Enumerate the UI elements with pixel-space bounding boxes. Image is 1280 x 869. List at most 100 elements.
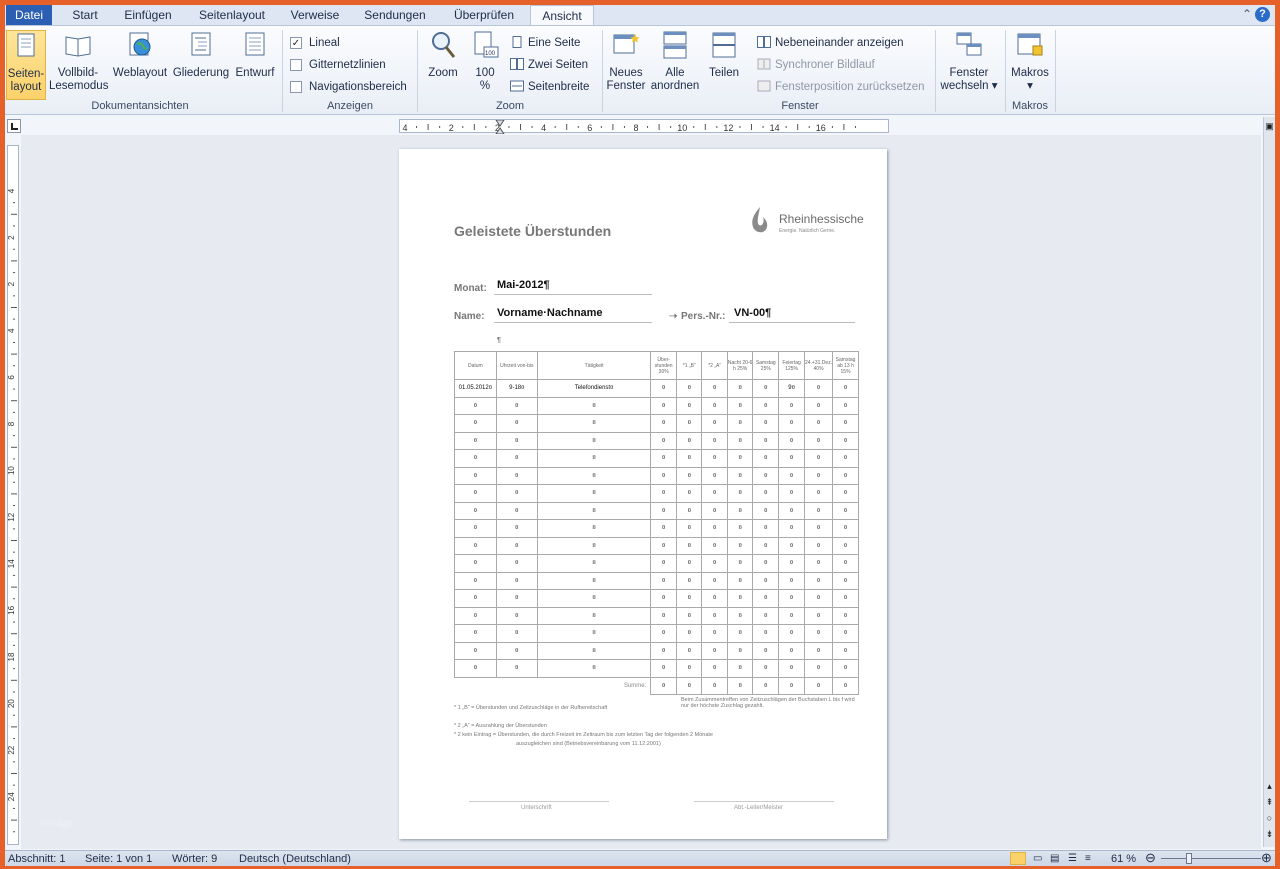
table-cell[interactable]: ¤ — [454, 484, 497, 503]
table-cell[interactable]: ¤ — [495, 659, 538, 678]
table-cell[interactable]: ¤ — [495, 466, 538, 485]
tab-review[interactable]: Überprüfen — [447, 5, 521, 25]
table-cell[interactable]: ¤ — [701, 466, 728, 485]
table-cell[interactable]: ¤ — [803, 501, 834, 520]
table-cell[interactable]: ¤ — [701, 606, 728, 625]
table-cell[interactable]: ¤ — [803, 571, 834, 590]
table-cell[interactable]: ¤ — [778, 659, 805, 678]
table-cell[interactable]: ¤ — [726, 519, 754, 538]
zoom-slider-track[interactable] — [1161, 858, 1261, 859]
table-cell[interactable]: 9-18¤ — [495, 379, 538, 398]
table-cell[interactable]: ¤ — [778, 519, 805, 538]
full-screen-view-icon[interactable]: ▭ — [1033, 852, 1042, 866]
outline-button[interactable]: Gliederung — [171, 30, 231, 80]
table-cell[interactable]: ¤ — [803, 484, 834, 503]
horizontal-ruler[interactable]: 4 2 2 4 6 8 10 12 14 16 — [399, 119, 889, 135]
table-cell[interactable]: ¤ — [726, 641, 754, 660]
table-cell[interactable]: ¤ — [803, 431, 834, 450]
table-cell[interactable]: ¤ — [536, 554, 652, 573]
table-cell[interactable]: ¤ — [701, 519, 728, 538]
table-cell[interactable]: ¤ — [832, 554, 859, 573]
web-layout-button[interactable]: Weblayout — [110, 30, 170, 80]
table-cell[interactable]: ¤ — [536, 641, 652, 660]
table-cell[interactable]: ¤ — [454, 554, 497, 573]
table-row[interactable]: ¤ ¤ ¤ ¤ ¤ ¤ ¤ ¤ ¤ ¤ ¤ — [454, 641, 859, 660]
synchronous-scrolling-button[interactable]: Synchroner Bildlauf — [757, 56, 875, 74]
table-cell[interactable]: ¤ — [536, 519, 652, 538]
table-row[interactable]: 01.05.2012¤ 9-18¤ Telefondienst¤ ¤ ¤ ¤ ¤ ¤ 9¤ ¤ ¤ — [454, 379, 859, 398]
table-cell[interactable]: ¤ — [454, 501, 497, 520]
tab-start[interactable]: Start — [63, 5, 107, 25]
table-cell[interactable]: ¤ — [454, 449, 497, 468]
table-cell[interactable]: ¤ — [803, 589, 834, 608]
table-cell[interactable]: ¤ — [726, 624, 754, 643]
table-cell[interactable]: ¤ — [726, 449, 754, 468]
table-cell[interactable]: ¤ — [778, 571, 805, 590]
table-cell[interactable]: Telefondienst¤ — [536, 379, 652, 398]
table-cell[interactable]: ¤ — [752, 571, 780, 590]
table-cell[interactable]: ¤ — [454, 641, 497, 660]
table-row[interactable]: ¤ ¤ ¤ ¤ ¤ ¤ ¤ ¤ ¤ ¤ ¤ — [454, 624, 859, 643]
table-cell[interactable]: ¤ — [701, 414, 728, 433]
table-cell[interactable]: ¤ — [495, 589, 538, 608]
ruler-checkbox[interactable]: ✓ Lineal — [290, 35, 340, 51]
vertical-ruler[interactable]: 4224681012141618202224 — [7, 145, 19, 845]
table-cell[interactable]: ¤ — [650, 379, 678, 398]
table-cell[interactable]: ¤ — [701, 589, 728, 608]
table-cell[interactable]: ¤ — [495, 606, 538, 625]
table-cell[interactable]: ¤ — [454, 414, 497, 433]
zoom-100-button[interactable]: 100 100 % — [467, 30, 503, 93]
table-row[interactable]: ¤ ¤ ¤ ¤ ¤ ¤ ¤ ¤ ¤ ¤ ¤ — [454, 414, 859, 433]
table-cell[interactable]: ¤ — [650, 431, 678, 450]
table-cell[interactable]: ¤ — [778, 501, 805, 520]
overtime-table[interactable]: Datum Uhrzeit von-bis Tätigkeit Über-stu… — [454, 351, 859, 695]
table-cell[interactable]: ¤ — [778, 414, 805, 433]
table-cell[interactable]: ¤ — [676, 501, 703, 520]
name-value[interactable]: Vorname·Nachname — [497, 307, 603, 319]
table-cell[interactable]: ¤ — [832, 624, 859, 643]
table-cell[interactable]: ¤ — [752, 589, 780, 608]
browse-object-icon[interactable]: ○ — [1264, 813, 1275, 823]
status-section[interactable]: Abschnitt: 1 — [8, 852, 65, 866]
table-row[interactable]: ¤ ¤ ¤ ¤ ¤ ¤ ¤ ¤ ¤ ¤ ¤ — [454, 606, 859, 625]
table-cell[interactable]: ¤ — [778, 554, 805, 573]
sum-cell[interactable]: ¤ — [803, 676, 834, 695]
table-cell[interactable]: ¤ — [726, 589, 754, 608]
outline-view-icon[interactable]: ☰ — [1068, 852, 1077, 866]
table-cell[interactable]: ¤ — [832, 519, 859, 538]
table-cell[interactable]: ¤ — [701, 536, 728, 555]
table-cell[interactable]: ¤ — [676, 449, 703, 468]
table-cell[interactable]: ¤ — [676, 414, 703, 433]
draft-view-icon[interactable]: ≡ — [1085, 852, 1091, 866]
table-cell[interactable]: ¤ — [832, 641, 859, 660]
next-page-icon[interactable]: ⇟ — [1264, 829, 1275, 840]
table-cell[interactable]: ¤ — [832, 449, 859, 468]
table-cell[interactable]: ¤ — [454, 466, 497, 485]
table-cell[interactable]: ¤ — [752, 466, 780, 485]
table-cell[interactable]: ¤ — [536, 659, 652, 678]
table-cell[interactable]: ¤ — [454, 396, 497, 415]
table-cell[interactable]: ¤ — [650, 624, 678, 643]
table-cell[interactable]: ¤ — [752, 431, 780, 450]
table-cell[interactable]: ¤ — [778, 484, 805, 503]
table-cell[interactable]: ¤ — [495, 624, 538, 643]
table-cell[interactable]: ¤ — [778, 466, 805, 485]
scroll-up-icon[interactable]: ▴ — [1264, 781, 1275, 792]
table-cell[interactable]: ¤ — [701, 396, 728, 415]
table-cell[interactable]: ¤ — [701, 449, 728, 468]
table-cell[interactable]: ¤ — [832, 536, 859, 555]
split-button[interactable]: Teilen — [705, 30, 743, 80]
table-cell[interactable]: ¤ — [495, 501, 538, 520]
sum-cell[interactable]: ¤ — [726, 676, 754, 695]
table-cell[interactable]: ¤ — [752, 484, 780, 503]
status-page[interactable]: Seite: 1 von 1 — [85, 852, 152, 866]
tab-view[interactable]: Ansicht — [530, 5, 594, 26]
tab-mailings[interactable]: Sendungen — [359, 5, 431, 25]
table-cell[interactable]: ¤ — [454, 659, 497, 678]
table-row[interactable]: ¤ ¤ ¤ ¤ ¤ ¤ ¤ ¤ ¤ ¤ ¤ — [454, 396, 859, 415]
table-cell[interactable]: ¤ — [803, 519, 834, 538]
sum-cell[interactable]: ¤ — [832, 676, 859, 695]
sum-cell[interactable]: ¤ — [650, 676, 678, 695]
table-cell[interactable]: ¤ — [676, 571, 703, 590]
navigation-pane-checkbox[interactable]: Navigationsbereich — [290, 79, 407, 95]
